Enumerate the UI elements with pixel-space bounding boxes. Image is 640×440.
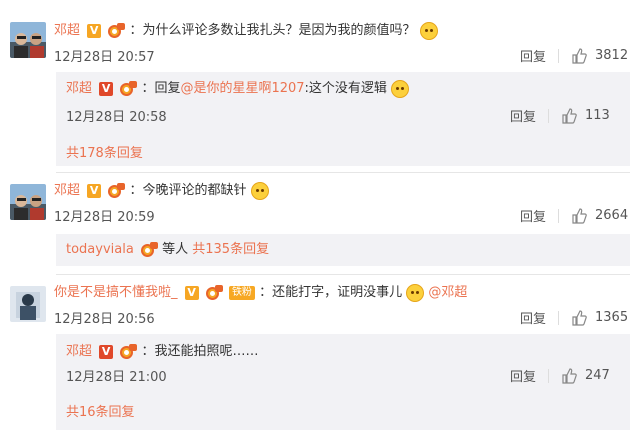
more-replies-link[interactable]: 共178条回复 [66,142,143,161]
mention-link[interactable]: @是你的星星啊1207 [180,81,304,96]
username[interactable]: 邓超 [54,23,80,38]
verified-icon: V [99,82,114,96]
emoji-icon [250,182,269,200]
divider [56,274,630,275]
avatar[interactable] [10,184,46,220]
thumbs-up-icon[interactable] [561,367,577,384]
summary-text: 等人 [162,242,189,257]
member-badge-icon [119,344,138,360]
comment-text: ：今晚评论的都缺针 [129,183,247,198]
timestamp: 12月28日 20:58 [66,110,167,125]
like-count: 3812 [595,48,629,63]
reply-button[interactable]: 回复 [510,110,536,125]
reply-button[interactable]: 回复 [510,370,536,385]
like-count: 247 [585,368,610,383]
separator [548,368,550,383]
reply-button[interactable]: 回复 [520,210,546,225]
separator [558,48,560,63]
username[interactable]: 邓超 [66,81,92,96]
avatar[interactable] [10,22,46,58]
mention-link[interactable]: @邓超 [428,285,467,300]
thumbs-up-icon[interactable] [571,47,587,64]
verified-icon: V [87,24,102,38]
reply-button[interactable]: 回复 [520,312,546,327]
more-replies-link[interactable]: 共16条回复 [66,401,135,420]
member-badge-icon [140,242,158,258]
comment-text: ：为什么评论多数让我扎头？是因为我的颜值吗？ [129,23,416,38]
verified-icon: V [184,286,199,300]
thumbs-up-icon[interactable] [571,309,587,326]
member-badge-icon [205,285,223,301]
separator [558,208,560,223]
thumbs-up-icon[interactable] [571,207,587,224]
fans-badge: 铁粉 [228,286,255,300]
comment-text: ：还能打字，证明没事儿 [259,285,403,300]
separator [558,310,560,325]
like-count: 2664 [595,208,629,223]
more-replies-link[interactable]: 共135条回复 [192,242,269,257]
verified-icon: V [99,345,114,359]
divider [56,172,630,173]
avatar[interactable] [10,286,46,322]
member-badge-icon [107,183,126,199]
timestamp: 12月28日 20:59 [54,210,155,225]
separator [548,108,550,123]
thumbs-up-icon[interactable] [561,107,577,124]
member-badge-icon [107,23,126,39]
timestamp: 12月28日 20:56 [54,312,155,327]
reply-summary-box: todayviala 等人 共135条回复 [56,234,630,266]
username[interactable]: 邓超 [66,344,92,359]
like-count: 1365 [595,310,629,325]
reply-text: :这个没有逻辑 [304,81,387,96]
username[interactable]: todayviala [66,242,134,257]
username[interactable]: 邓超 [54,183,80,198]
like-count: 113 [585,108,610,123]
emoji-icon [406,284,425,302]
reply-button[interactable]: 回复 [520,50,546,65]
emoji-icon [419,22,438,40]
timestamp: 12月28日 20:57 [54,50,155,65]
reply-prefix: ：回复 [141,81,181,96]
timestamp: 12月28日 21:00 [66,370,167,385]
verified-icon: V [87,184,102,198]
reply-box: 邓超 V ：回复@是你的星星啊1207:这个没有逻辑 12月28日 20:58 … [56,72,630,166]
member-badge-icon [119,81,138,97]
username[interactable]: 你是不是搞不懂我啦_ [54,285,178,300]
reply-text: ：我还能拍照呢…… [141,344,259,359]
reply-box: 邓超 V ：我还能拍照呢…… 12月28日 21:00 回复 247 共16条回复 [56,334,630,430]
emoji-icon [391,80,410,98]
